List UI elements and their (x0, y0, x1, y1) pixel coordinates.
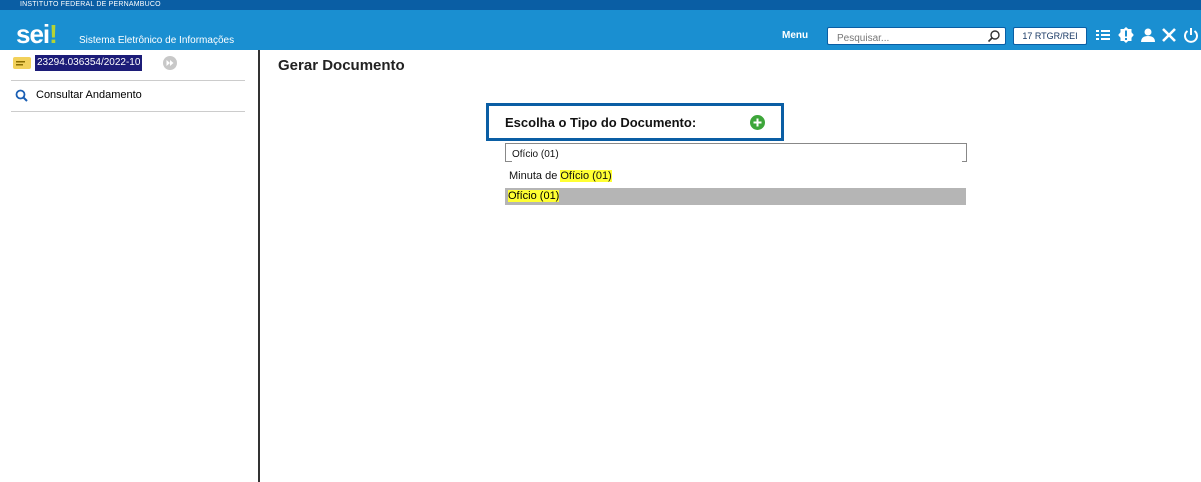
top-bar: INSTITUTO FEDERAL DE PERNAMBUCO sei! Sis… (0, 0, 1201, 50)
document-type-input[interactable] (512, 147, 962, 162)
result-prefix: Minuta de (509, 170, 561, 182)
institution-name: INSTITUTO FEDERAL DE PERNAMBUCO (20, 1, 161, 8)
sidebar-divider (11, 80, 245, 81)
user-icon[interactable] (1139, 26, 1157, 44)
result-match: Ofício (01) (508, 190, 560, 202)
search-icon[interactable] (987, 29, 1001, 43)
result-item-selected[interactable]: Ofício (01) (505, 188, 966, 205)
unit-badge[interactable]: 17 RTGR/REI (1013, 27, 1087, 45)
sidebar-divider (11, 111, 245, 112)
result-item[interactable]: Minuta de Ofício (01) (509, 169, 612, 183)
result-match: Ofício (01) (560, 170, 612, 182)
process-folder-icon (13, 57, 31, 69)
sidebar-item-label[interactable]: Consultar Andamento (36, 88, 142, 102)
logo-mark: ! (49, 19, 58, 49)
add-icon[interactable] (750, 115, 765, 130)
document-type-filter[interactable] (505, 143, 967, 162)
tools-icon[interactable] (1160, 26, 1178, 44)
logo-text: sei (16, 19, 50, 49)
system-name: Sistema Eletrônico de Informações (79, 35, 235, 46)
list-icon[interactable] (1094, 26, 1112, 44)
power-icon[interactable] (1182, 26, 1200, 44)
fast-forward-icon[interactable] (163, 56, 177, 70)
choose-type-label: Escolha o Tipo do Documento: (505, 115, 697, 130)
alert-icon[interactable] (1117, 26, 1135, 44)
search-icon (15, 89, 28, 102)
menu-button[interactable]: Menu (782, 30, 808, 41)
page-title: Gerar Documento (278, 57, 405, 74)
search-box[interactable] (827, 27, 1006, 46)
sidebar-separator[interactable] (258, 50, 260, 482)
choose-type-header: Escolha o Tipo do Documento: (486, 103, 784, 141)
sei-logo[interactable]: sei! (16, 19, 58, 49)
process-number[interactable]: 23294.036354/2022-10 (35, 55, 143, 71)
search-input[interactable] (828, 31, 987, 46)
institution-strip: INSTITUTO FEDERAL DE PERNAMBUCO (0, 0, 1201, 10)
